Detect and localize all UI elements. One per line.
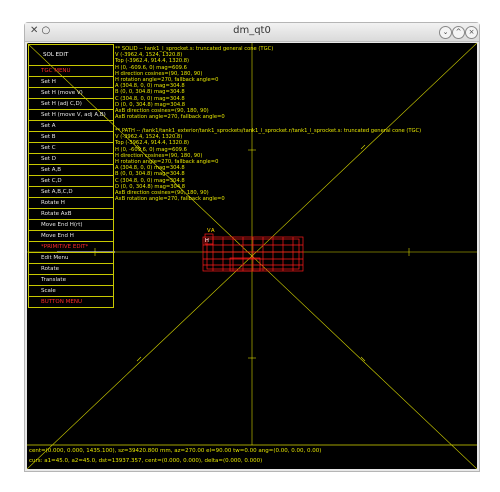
edit-menu: SOL EDIT TGC MENU Set H Set H (move V) S…: [28, 44, 114, 308]
menu-item-set-h-move-v[interactable]: Set H (move V): [28, 88, 114, 99]
menu-item-scale[interactable]: Scale: [28, 286, 114, 297]
menu-item-rotate-axb[interactable]: Rotate AxB: [28, 209, 114, 220]
menu-item-set-c[interactable]: Set C: [28, 143, 114, 154]
title-bar: ✕ ○ dm_qt0 ⌄ ^ ×: [25, 23, 479, 42]
app-window: ✕ ○ dm_qt0 ⌄ ^ × SOL EDIT TGC MENU Set H…: [24, 22, 480, 472]
graphics-view[interactable]: SOL EDIT TGC MENU Set H Set H (move V) S…: [27, 43, 477, 469]
path-info-panel: ** PATH -- /tank1/tank1_exterior/tank1_s…: [115, 128, 421, 202]
menu-item-set-h[interactable]: Set H: [28, 77, 114, 88]
menu-item-button-menu[interactable]: BUTTON MENU: [28, 297, 114, 308]
menu-item-translate[interactable]: Translate: [28, 275, 114, 286]
window-title: dm_qt0: [233, 25, 271, 36]
menu-item-tgc-menu[interactable]: TGC MENU: [28, 66, 114, 77]
maximize-icon[interactable]: ^: [452, 26, 465, 39]
vertex-a-label: A: [211, 228, 215, 234]
menu-item-primitive-edit[interactable]: *PRIMITIVE EDIT*: [28, 242, 114, 253]
path-info-line: AxB rotation angle=270, fallback angle=0: [115, 196, 225, 203]
menu-item-move-end-h[interactable]: Move End H: [28, 231, 114, 242]
menu-item-rotate[interactable]: Rotate: [28, 264, 114, 275]
minimize-icon[interactable]: ⌄: [439, 26, 452, 39]
menu-item-set-cd[interactable]: Set C,D: [28, 176, 114, 187]
status-view-line: cent=(0.000, 0.000, 1435.100), sz=39420.…: [29, 448, 322, 454]
menu-item-sol-edit[interactable]: SOL EDIT: [28, 44, 114, 66]
menu-item-set-a[interactable]: Set A: [28, 121, 114, 132]
status-cursor-line: curs: a1=45.0, a2=45.0, dst=13937.357, c…: [29, 458, 263, 464]
menu-item-set-ab[interactable]: Set A,B: [28, 165, 114, 176]
solid-info-panel: ** SOLID -- tank1_l_sprocket.s: truncate…: [115, 46, 273, 120]
close-icon[interactable]: ×: [465, 26, 478, 39]
menu-item-set-h-adj-cd[interactable]: Set H (adj C,D): [28, 99, 114, 110]
menu-item-rotate-h[interactable]: Rotate H: [28, 198, 114, 209]
solid-info-line: AxB rotation angle=270, fallback angle=0: [115, 114, 225, 121]
menu-item-set-abcd[interactable]: Set A,B,C,D: [28, 187, 114, 198]
menu-item-move-end-h-rt[interactable]: Move End H(rt): [28, 220, 114, 231]
menu-item-edit-menu[interactable]: Edit Menu: [28, 253, 114, 264]
sprocket-wireframe: [202, 233, 304, 272]
vertex-h-label: H: [205, 238, 209, 244]
menu-item-set-d[interactable]: Set D: [28, 154, 114, 165]
menu-item-set-h-move-v-adj-ab[interactable]: Set H (move V, adj A,B): [28, 110, 114, 121]
menu-item-set-b[interactable]: Set B: [28, 132, 114, 143]
